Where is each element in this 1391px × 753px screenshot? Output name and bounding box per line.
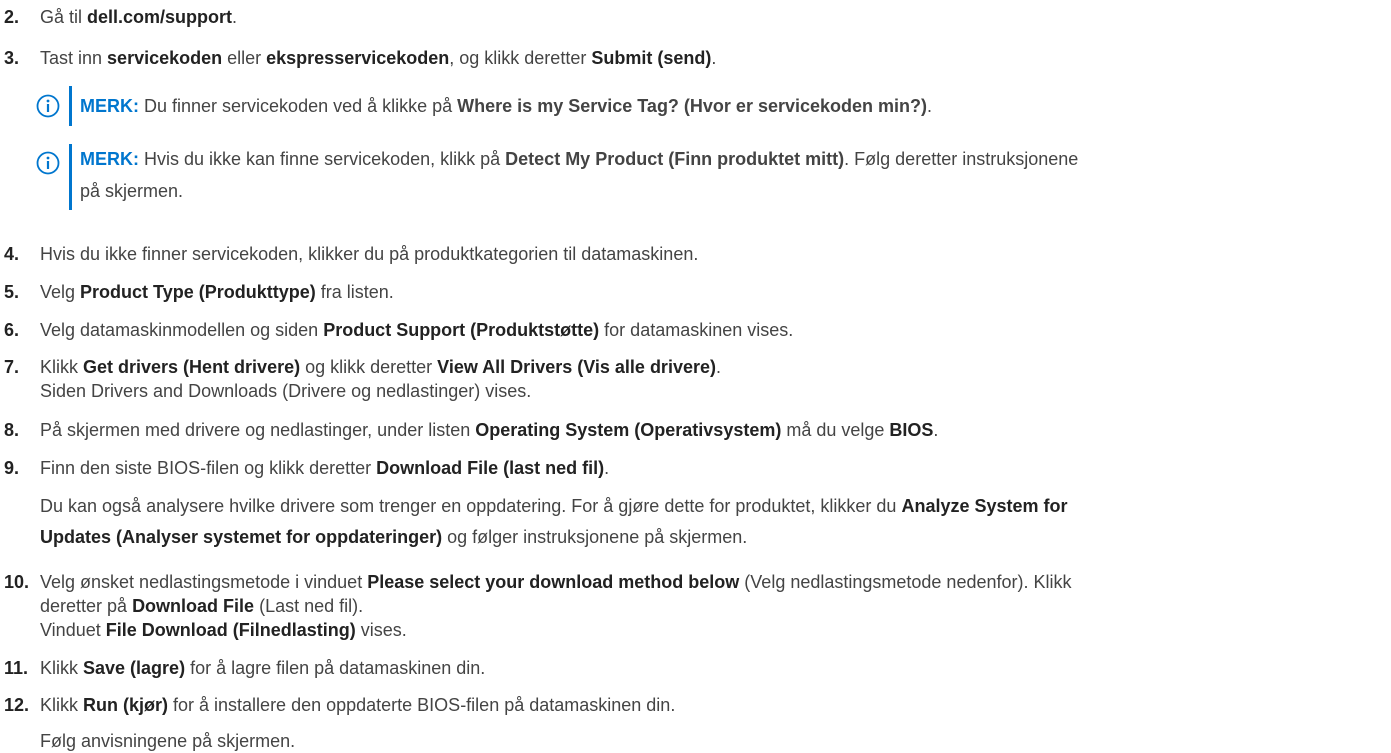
step-number: 7. xyxy=(4,357,20,377)
text-run: Velg xyxy=(40,282,81,302)
text-run: Siden Drivers and Downloads (Drivere og … xyxy=(40,381,532,401)
note-text: MERK: Hvis du ikke kan finne servicekode… xyxy=(80,147,1385,171)
step-paragraph-line2: Updates (Analyser systemet for oppdateri… xyxy=(40,525,1385,549)
note-label: MERK: xyxy=(80,149,139,169)
text-run: Du finner servicekoden ved å klikke på xyxy=(139,96,458,116)
bold-text: servicekoden xyxy=(107,48,223,68)
info-circle-icon xyxy=(36,151,60,175)
text-run: . xyxy=(232,7,238,27)
step-number: 11. xyxy=(4,658,29,678)
text-run: Velg ønsket nedlastingsmetode i vinduet xyxy=(40,572,368,592)
bold-text: Please select your download method below xyxy=(367,572,740,592)
document-page: 2. Gå til dell.com/support. 3. Tast inn … xyxy=(0,0,1391,753)
step-text: Klikk Run (kjør) for å installere den op… xyxy=(40,693,1385,717)
bold-text: Where is my Service Tag? (Hvor er servic… xyxy=(457,96,928,116)
bold-text: Product Support (Produktstøtte) xyxy=(323,320,600,340)
text-run: Følg anvisningene på skjermen. xyxy=(40,731,296,751)
text-run: Finn den siste BIOS-filen og klikk deret… xyxy=(40,458,377,478)
step-number: 6. xyxy=(4,320,20,340)
text-run: . xyxy=(711,48,717,68)
text-run: . xyxy=(715,357,721,377)
text-run: Klikk xyxy=(40,357,84,377)
text-run: fra listen. xyxy=(315,282,394,302)
step-text: Tast inn servicekoden eller ekspresservi… xyxy=(40,46,1385,70)
step-number: 4. xyxy=(4,244,20,264)
step-text: Velg Product Type (Produkttype) fra list… xyxy=(40,280,1385,304)
text-run: Tast inn xyxy=(40,48,108,68)
step-number: 2. xyxy=(4,7,20,27)
step-text: Velg datamaskinmodellen og siden Product… xyxy=(40,318,1385,342)
bold-text: Operating System (Operativsystem) xyxy=(475,420,782,440)
bold-text: View All Drivers (Vis alle drivere) xyxy=(437,357,716,377)
text-run: . xyxy=(927,96,933,116)
step-number: 5. xyxy=(4,282,20,302)
note-bar xyxy=(69,144,72,210)
bold-text: Updates (Analyser systemet for oppdateri… xyxy=(40,527,443,547)
text-run: . Følg deretter instruksjonene xyxy=(844,149,1079,169)
step-number: 8. xyxy=(4,420,20,440)
step-text-line2: Siden Drivers and Downloads (Drivere og … xyxy=(40,379,1385,403)
text-run: . xyxy=(933,420,939,440)
bold-text: File Download (Filnedlasting) xyxy=(105,620,356,640)
step-number: 3. xyxy=(4,48,20,68)
bold-text: BIOS xyxy=(889,420,934,440)
text-run: for å installere den oppdaterte BIOS-fil… xyxy=(168,695,676,715)
step-text: Velg ønsket nedlastingsmetode i vinduet … xyxy=(40,570,1385,594)
step-text: Finn den siste BIOS-filen og klikk deret… xyxy=(40,456,1385,480)
step-text: Klikk Get drivers (Hent drivere) og klik… xyxy=(40,355,1385,379)
bold-text: ekspresservicekoden xyxy=(266,48,450,68)
bold-text: Download File (last ned fil) xyxy=(376,458,605,478)
text-run: deretter på xyxy=(40,596,133,616)
text-run: Du kan også analysere hvilke drivere som… xyxy=(40,496,902,516)
text-run: . xyxy=(604,458,610,478)
bold-text: Save (lagre) xyxy=(83,658,186,678)
text-run: Klikk xyxy=(40,695,84,715)
step-number: 9. xyxy=(4,458,20,478)
text-run: på skjermen. xyxy=(80,181,184,201)
bold-text: Detect My Product (Finn produktet mitt) xyxy=(505,149,845,169)
text-run: (Last ned fil). xyxy=(254,596,364,616)
bold-text: Analyze System for xyxy=(901,496,1068,516)
bold-text: dell.com/support xyxy=(87,7,233,27)
note-1: MERK: Du finner servicekoden ved å klikk… xyxy=(36,86,1385,126)
text-run: På skjermen med drivere og nedlastinger,… xyxy=(40,420,476,440)
step-text: Klikk Save (lagre) for å lagre filen på … xyxy=(40,656,1385,680)
step-number: 10. xyxy=(4,572,30,592)
step-text-line3: Vinduet File Download (Filnedlasting) vi… xyxy=(40,618,1385,642)
text-run: Velg datamaskinmodellen og siden xyxy=(40,320,324,340)
text-run: Vinduet xyxy=(40,620,106,640)
note-bar xyxy=(69,86,72,126)
text-run: , og klikk deretter xyxy=(449,48,592,68)
bold-text: Product Type (Produkttype) xyxy=(80,282,316,302)
step-number: 12. xyxy=(4,695,30,715)
step-text: På skjermen med drivere og nedlastinger,… xyxy=(40,418,1385,442)
info-circle-icon xyxy=(36,94,60,118)
text-run: og følger instruksjonene på skjermen. xyxy=(442,527,748,547)
note-2: MERK: Hvis du ikke kan finne servicekode… xyxy=(36,144,1385,210)
text-run: Klikk xyxy=(40,658,84,678)
text-run: for å lagre filen på datamaskinen din. xyxy=(185,658,486,678)
text-run: (Velg nedlastingsmetode nedenfor). Klikk xyxy=(739,572,1072,592)
bold-text: Get drivers (Hent drivere) xyxy=(83,357,301,377)
step-paragraph: Du kan også analysere hvilke drivere som… xyxy=(40,494,1385,518)
step-text-line2: deretter på Download File (Last ned fil)… xyxy=(40,594,1385,618)
bold-text: Submit (send) xyxy=(591,48,712,68)
step-paragraph: Følg anvisningene på skjermen. xyxy=(40,729,1385,753)
note-text-line2: på skjermen. xyxy=(80,179,1385,203)
bold-text: Download File xyxy=(132,596,255,616)
text-run: for datamaskinen vises. xyxy=(599,320,794,340)
text-run: Gå til xyxy=(40,7,88,27)
step-text: Gå til dell.com/support. xyxy=(40,5,1385,29)
text-run: må du velge xyxy=(781,420,890,440)
text-run: vises. xyxy=(355,620,407,640)
text-run: Hvis du ikke kan finne servicekoden, kli… xyxy=(139,149,506,169)
note-text: MERK: Du finner servicekoden ved å klikk… xyxy=(80,94,1385,118)
text-run: Hvis du ikke finner servicekoden, klikke… xyxy=(40,244,699,264)
step-text: Hvis du ikke finner servicekoden, klikke… xyxy=(40,242,1385,266)
note-label: MERK: xyxy=(80,96,139,116)
text-run: eller xyxy=(222,48,267,68)
text-run: og klikk deretter xyxy=(300,357,438,377)
bold-text: Run (kjør) xyxy=(83,695,169,715)
